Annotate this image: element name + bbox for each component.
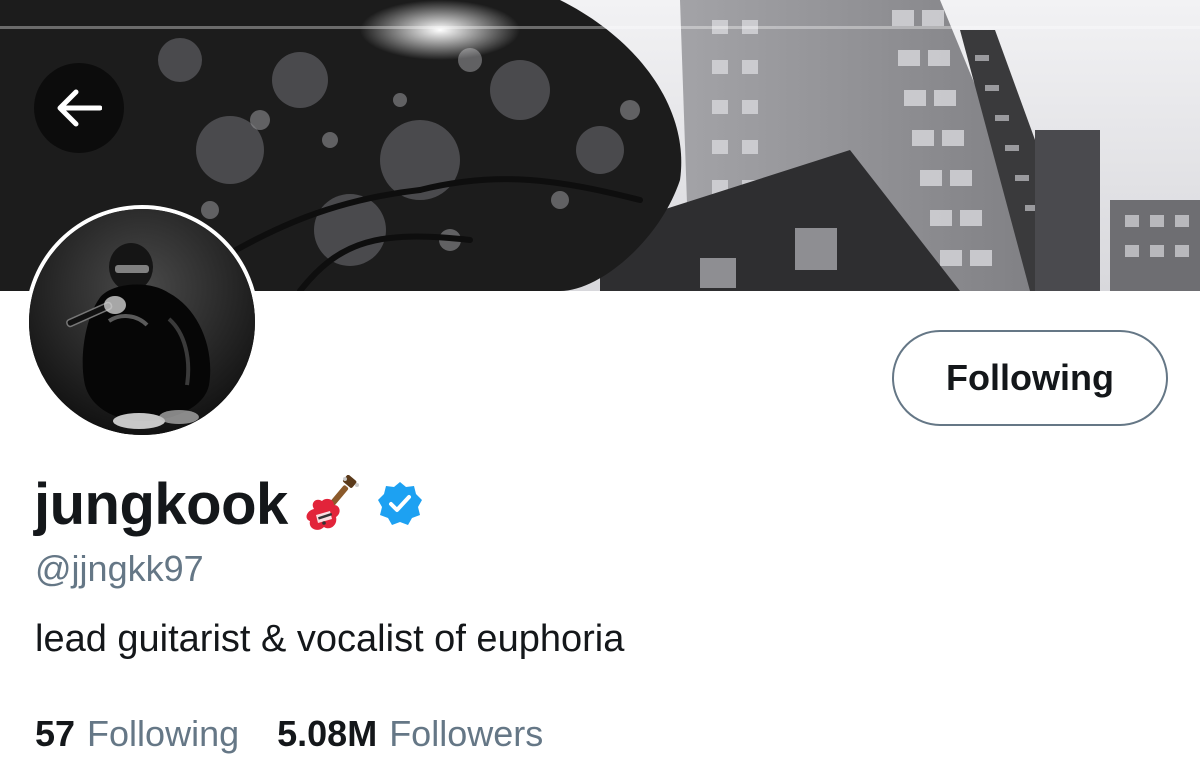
- display-name: jungkook: [34, 471, 288, 537]
- following-button[interactable]: Following: [892, 330, 1168, 426]
- followers-label: Followers: [389, 713, 544, 754]
- following-label: Following: [87, 713, 240, 754]
- back-button[interactable]: [34, 63, 124, 153]
- followers-stat-link[interactable]: 5.08M Followers: [277, 713, 543, 755]
- avatar[interactable]: [25, 205, 259, 439]
- profile-page: Following jungkook @jjngkk97 lead guitar…: [0, 0, 1200, 781]
- following-count: 57: [35, 713, 76, 754]
- arrow-left-icon: [57, 89, 102, 127]
- followers-count: 5.08M: [277, 713, 378, 754]
- follow-stats: 57 Following 5.08M Followers: [35, 713, 543, 755]
- avatar-image: [29, 209, 255, 435]
- guitar-icon: [304, 474, 362, 533]
- following-button-label: Following: [946, 357, 1114, 398]
- following-stat-link[interactable]: 57 Following: [35, 713, 239, 755]
- user-handle: @jjngkk97: [35, 548, 204, 589]
- display-name-row: jungkook: [34, 466, 424, 542]
- profile-bio: lead guitarist & vocalist of euphoria: [35, 618, 625, 660]
- verified-badge-icon: [376, 480, 424, 528]
